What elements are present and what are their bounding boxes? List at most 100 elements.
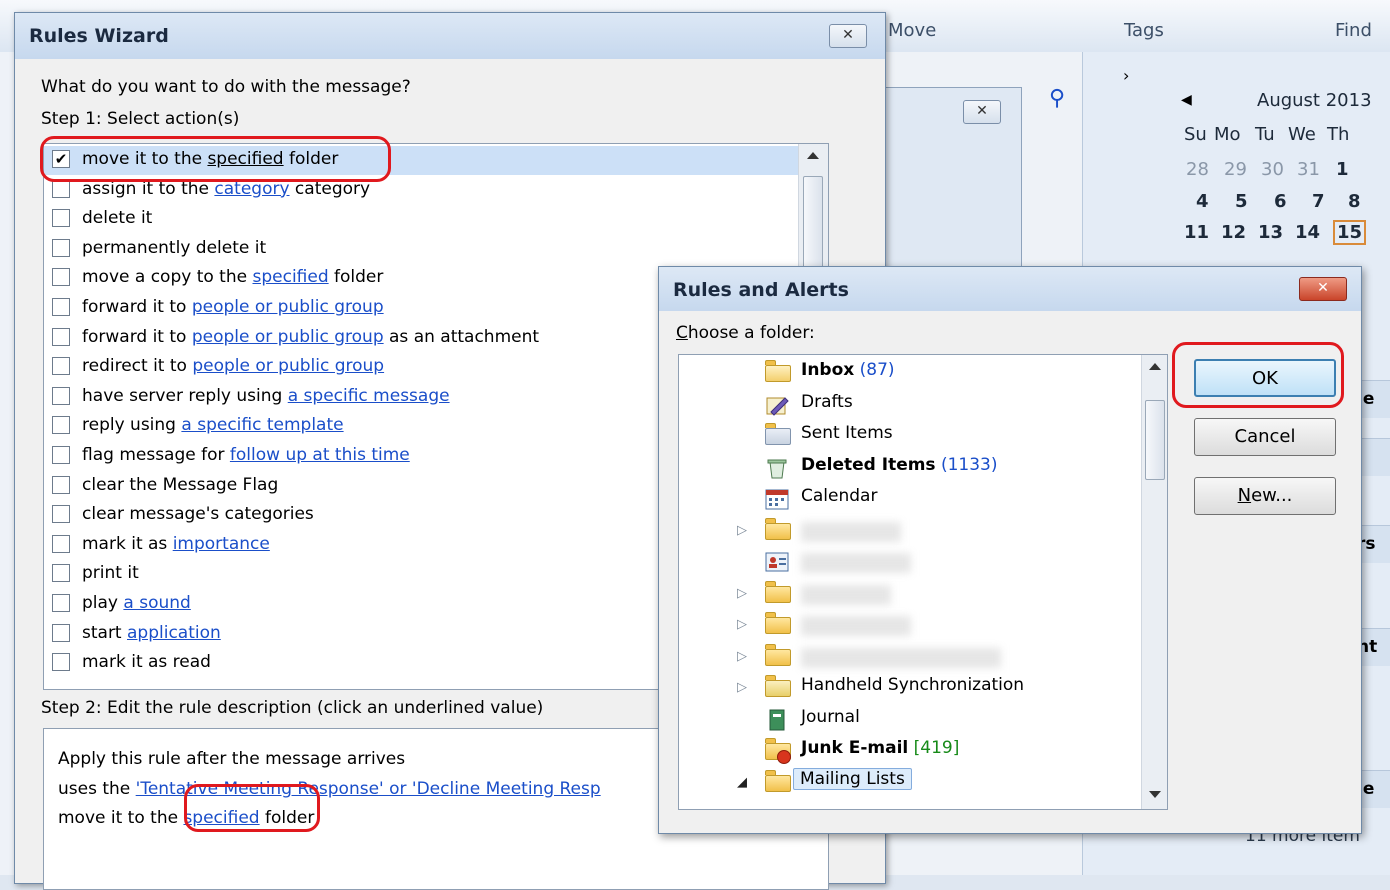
action-value-link[interactable]: people or public group — [192, 297, 384, 317]
action-checkbox[interactable] — [52, 298, 70, 316]
folder-item[interactable]: Calendar — [679, 483, 1141, 514]
close-button[interactable]: ✕ — [1299, 277, 1347, 301]
folder-item[interactable]: ▷ — [679, 641, 1141, 672]
folder-item[interactable] — [679, 546, 1141, 577]
meeting-response-link[interactable]: 'Tentative Meeting Response' or 'Decline… — [136, 779, 601, 799]
folder-label: Calendar — [801, 486, 878, 506]
scrollbar[interactable] — [1141, 355, 1167, 809]
expand-arrow-icon[interactable]: ▷ — [737, 680, 747, 695]
folder-item[interactable]: Deleted Items (1133) — [679, 452, 1141, 483]
action-value-link[interactable]: category — [214, 179, 289, 199]
new-folder-button[interactable]: New... — [1194, 477, 1336, 515]
action-value-link[interactable]: follow up at this time — [230, 445, 410, 465]
action-item[interactable]: ✔ move it to the specified folder — [44, 146, 798, 175]
action-checkbox[interactable] — [52, 179, 70, 198]
calendar-day[interactable]: 29 — [1224, 159, 1247, 180]
action-value-link[interactable]: people or public group — [192, 327, 384, 347]
redacted-folder-name — [801, 584, 891, 605]
folder-item[interactable]: Journal — [679, 704, 1141, 735]
search-icon: ⚲ — [1049, 86, 1066, 111]
action-value-link[interactable]: a specific message — [288, 386, 450, 406]
action-checkbox[interactable] — [52, 653, 70, 672]
calendar-day[interactable]: 28 — [1186, 159, 1209, 180]
action-item[interactable]: delete it — [44, 205, 798, 234]
folder-label: Inbox (87) — [801, 360, 895, 380]
action-checkbox[interactable] — [52, 505, 70, 524]
action-checkbox[interactable] — [52, 268, 70, 287]
action-value-link[interactable]: specified — [207, 149, 283, 169]
action-value-link[interactable]: importance — [173, 534, 270, 554]
expand-arrow-icon[interactable]: ▷ — [737, 523, 747, 538]
action-value-link[interactable]: people or public group — [192, 356, 384, 376]
action-checkbox[interactable] — [52, 475, 70, 494]
calendar-day[interactable]: 30 — [1261, 159, 1284, 180]
folder-item[interactable]: ▷ — [679, 578, 1141, 609]
folder-item[interactable]: ▷ Handheld Synchronization — [679, 672, 1141, 703]
action-value-link[interactable]: specified — [252, 267, 328, 287]
folder-item[interactable]: ◢ Mailing Lists — [679, 767, 1141, 798]
action-checkbox[interactable] — [52, 327, 70, 346]
folder-label: Handheld Synchronization — [801, 675, 1025, 695]
action-label: start application — [82, 622, 221, 643]
action-checkbox[interactable] — [52, 594, 70, 612]
action-checkbox[interactable] — [52, 623, 70, 642]
ok-button[interactable]: OK — [1194, 359, 1336, 397]
calendar-day[interactable]: 13 — [1258, 222, 1283, 243]
action-item[interactable]: permanently delete it — [44, 235, 798, 264]
action-label: assign it to the category category — [82, 178, 371, 199]
folder-item[interactable]: ▷ — [679, 609, 1141, 640]
expand-arrow-icon[interactable]: ▷ — [737, 586, 747, 601]
calendar-day[interactable]: 12 — [1221, 222, 1246, 243]
action-checkbox[interactable] — [52, 238, 70, 257]
scroll-down-icon[interactable] — [1149, 791, 1161, 798]
action-checkbox[interactable] — [52, 209, 70, 228]
redacted-folder-name — [801, 616, 911, 636]
calendar-day[interactable]: 7 — [1312, 191, 1325, 212]
specified-folder-link[interactable]: specified — [183, 808, 259, 828]
action-value-link[interactable]: a sound — [123, 593, 190, 613]
action-item[interactable]: assign it to the category category — [44, 176, 798, 205]
calendar-day[interactable]: 11 — [1184, 222, 1209, 243]
close-button[interactable]: ✕ — [829, 24, 867, 48]
folder-item[interactable]: ▷ — [679, 515, 1141, 546]
action-label: play a sound — [82, 593, 191, 613]
folder-item[interactable]: Junk E-mail [419] — [679, 735, 1141, 766]
action-checkbox[interactable]: ✔ — [52, 150, 70, 168]
folder-item[interactable]: Inbox (87) — [679, 357, 1141, 388]
description-line: move it to the specified folder — [58, 808, 315, 828]
folder-icon — [765, 612, 791, 634]
action-checkbox[interactable] — [52, 357, 70, 376]
folder-item[interactable]: Sent Items — [679, 420, 1141, 451]
action-value-link[interactable]: application — [127, 623, 221, 643]
expand-arrow-icon[interactable]: ▷ — [737, 617, 747, 632]
expand-arrow-icon[interactable]: ▷ — [737, 649, 747, 664]
folder-label: Deleted Items (1133) — [801, 454, 998, 475]
folder-label: Journal — [801, 706, 860, 727]
action-label: move a copy to the specified folder — [82, 267, 384, 288]
action-checkbox[interactable] — [52, 386, 70, 405]
action-checkbox[interactable] — [52, 564, 70, 583]
calendar-day[interactable]: 5 — [1235, 191, 1248, 212]
folder-item[interactable]: Drafts — [679, 389, 1141, 420]
calendar-day[interactable]: 8 — [1348, 191, 1361, 212]
scroll-thumb[interactable] — [1145, 400, 1165, 480]
action-value-link[interactable]: a specific template — [181, 415, 343, 435]
calendar-day[interactable]: 1 — [1336, 159, 1349, 180]
calendar-day[interactable]: 14 — [1295, 222, 1320, 243]
calendar-today[interactable]: 15 — [1333, 220, 1367, 245]
action-checkbox[interactable] — [52, 416, 70, 435]
collapse-arrow-icon[interactable]: ◢ — [737, 775, 747, 790]
scroll-up-icon[interactable] — [807, 152, 819, 159]
cancel-button[interactable]: Cancel — [1194, 418, 1336, 456]
calendar-day[interactable]: 31 — [1297, 159, 1320, 180]
calendar-day[interactable]: 6 — [1274, 191, 1287, 212]
folder-tree[interactable]: Inbox (87) Drafts Sent Items Deleted Items … — [678, 354, 1168, 810]
action-checkbox[interactable] — [52, 534, 70, 553]
weekday-we: We — [1288, 124, 1316, 145]
scroll-up-icon[interactable] — [1149, 363, 1161, 370]
action-checkbox[interactable] — [52, 446, 70, 464]
prev-month-icon[interactable]: ◀ — [1181, 92, 1192, 108]
action-label: permanently delete it — [82, 237, 267, 258]
calendar-day[interactable]: 4 — [1196, 191, 1209, 212]
action-label: move it to the specified folder — [82, 149, 339, 169]
